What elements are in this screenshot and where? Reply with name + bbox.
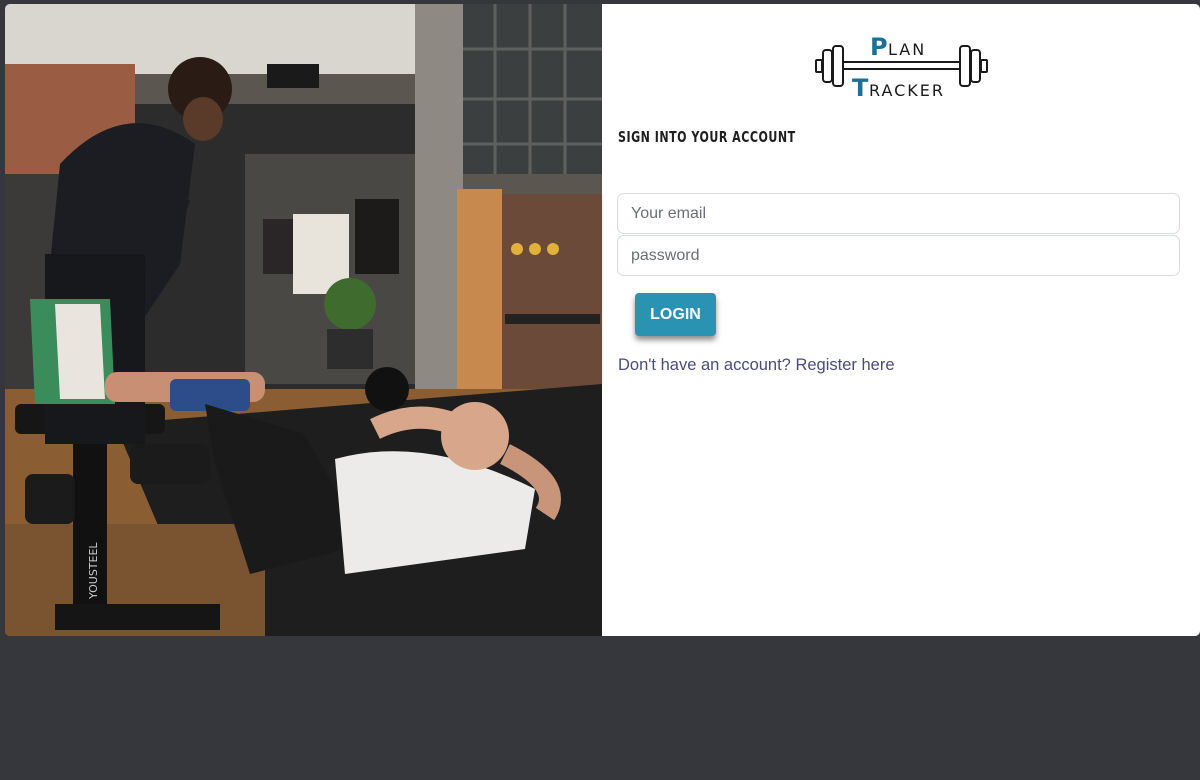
logo-word-tracker: RACKER — [869, 81, 945, 100]
register-link[interactable]: Register here — [795, 356, 894, 374]
login-form-panel: P LAN T RACKER SIGN INTO YOUR ACCOUNT LO… — [602, 4, 1200, 636]
email-field[interactable] — [617, 193, 1180, 234]
password-field[interactable] — [617, 235, 1180, 276]
login-button[interactable]: LOGIN — [635, 293, 716, 336]
page-title: SIGN INTO YOUR ACCOUNT — [618, 128, 796, 146]
register-prompt-text: Don't have an account? — [618, 356, 791, 374]
login-card: YOUSTEEL P LAN T RACKER SIGN INTO YOUR A… — [5, 4, 1200, 636]
logo-letter-t: T — [852, 74, 870, 100]
svg-text:YOUSTEEL: YOUSTEEL — [87, 542, 100, 600]
register-prompt-line: Don't have an account? Register here — [618, 356, 895, 375]
logo-word-plan: LAN — [888, 40, 926, 59]
plan-tracker-logo: P LAN T RACKER — [815, 33, 988, 100]
gym-photo-illustration: YOUSTEEL — [5, 4, 602, 636]
logo-letter-p: P — [870, 33, 890, 61]
gym-photo: YOUSTEEL — [5, 4, 602, 636]
